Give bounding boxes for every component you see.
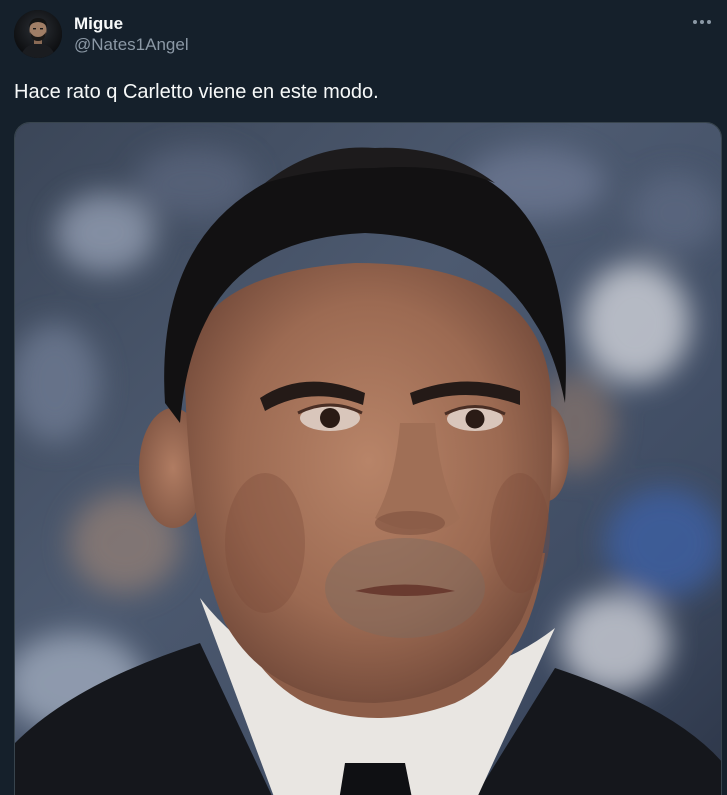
user-handle[interactable]: @Nates1Angel [74, 34, 189, 55]
tweet-text: Hace rato q Carletto viene en este modo. [14, 81, 379, 103]
display-name[interactable]: Migue [74, 13, 189, 34]
photo-image [15, 123, 721, 795]
tweet-header: Migue @Nates1Angel [14, 10, 189, 58]
avatar-image [14, 10, 62, 58]
more-horizontal-icon [693, 20, 711, 24]
user-names: Migue @Nates1Angel [74, 13, 189, 55]
more-options-button[interactable] [691, 12, 713, 32]
tweet-card[interactable]: Migue @Nates1Angel Hace rato q Carletto … [0, 0, 727, 795]
avatar[interactable] [14, 10, 62, 58]
tweet-media-photo[interactable] [14, 122, 722, 795]
